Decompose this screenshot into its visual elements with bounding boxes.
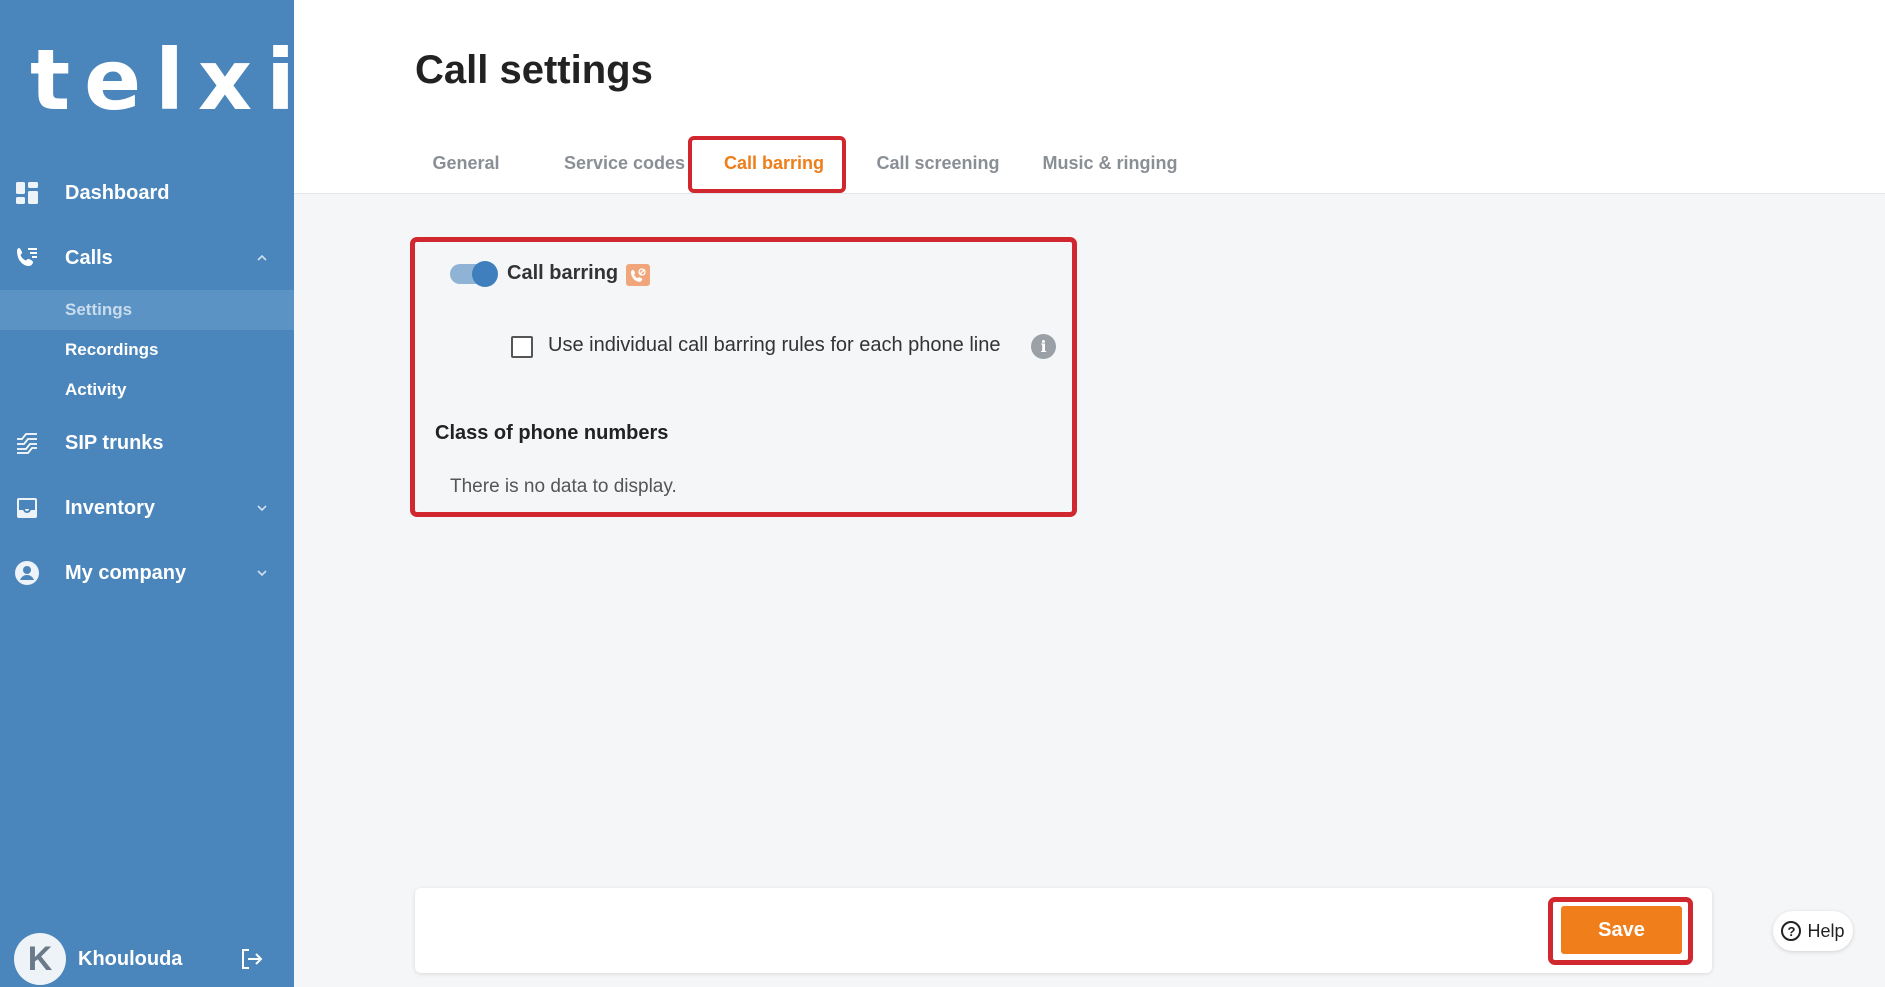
sidebar-item-label: My company [65,561,187,584]
phone-list-icon [14,245,40,271]
telxi-logo[interactable]: telxi [30,38,309,122]
individual-rules-checkbox[interactable] [511,336,533,358]
sidebar-subitem-settings[interactable]: Settings [0,290,294,330]
call-barring-toggle[interactable] [450,261,498,287]
action-bar [415,888,1712,973]
help-label: Help [1807,920,1845,941]
tab-music-ringing[interactable]: Music & ringing [1030,138,1190,188]
sidebar-item-my-company[interactable]: My company [0,551,294,595]
page-header: Call settings General Service codes Call… [294,0,1885,194]
sidebar-subitem-activity[interactable]: Activity [0,370,294,410]
sip-trunks-icon [14,430,40,456]
sidebar-subitem-recordings[interactable]: Recordings [0,330,294,370]
help-button[interactable]: ? Help [1773,911,1853,951]
logout-icon[interactable] [238,946,264,972]
sidebar-item-inventory[interactable]: Inventory [0,486,294,530]
call-barring-badge-icon [626,264,650,286]
empty-state-text: There is no data to display. [450,476,677,497]
help-icon: ? [1781,921,1802,941]
sidebar-subitem-label: Activity [65,380,127,399]
tab-service-codes[interactable]: Service codes [542,138,707,188]
sidebar-item-label: Dashboard [65,181,170,204]
chevron-down-icon[interactable] [254,500,270,516]
page-title: Call settings [415,48,653,92]
user-profile: K Khoulouda [14,933,284,985]
avatar[interactable]: K [14,933,66,985]
sidebar-item-label: SIP trunks [65,431,164,454]
tab-general[interactable]: General [416,138,516,188]
tab-call-screening[interactable]: Call screening [863,138,1013,188]
tab-highlight-box [688,136,846,193]
individual-rules-label: Use individual call barring rules for ea… [548,334,1001,356]
sidebar-item-calls[interactable]: Calls [0,236,294,280]
chevron-up-icon[interactable] [254,250,270,266]
user-name: Khoulouda [78,947,183,970]
chevron-down-icon[interactable] [254,565,270,581]
sidebar-item-sip-trunks[interactable]: SIP trunks [0,421,294,465]
call-barring-label: Call barring [507,262,619,284]
dashboard-icon [14,180,40,206]
save-button[interactable]: Save [1561,906,1682,954]
info-icon[interactable]: i [1031,334,1056,359]
sidebar-subitem-label: Recordings [65,340,159,359]
class-of-numbers-heading: Class of phone numbers [435,422,669,444]
sidebar-item-label: Calls [65,246,113,269]
sidebar-item-label: Inventory [65,496,156,519]
toggle-knob [472,261,498,287]
account-circle-icon [14,560,40,586]
sidebar: telxi Dashboard Calls Settings Recording… [0,0,295,987]
sidebar-subitem-label: Settings [65,300,133,319]
inbox-icon [14,495,40,521]
sidebar-item-dashboard[interactable]: Dashboard [0,171,294,215]
